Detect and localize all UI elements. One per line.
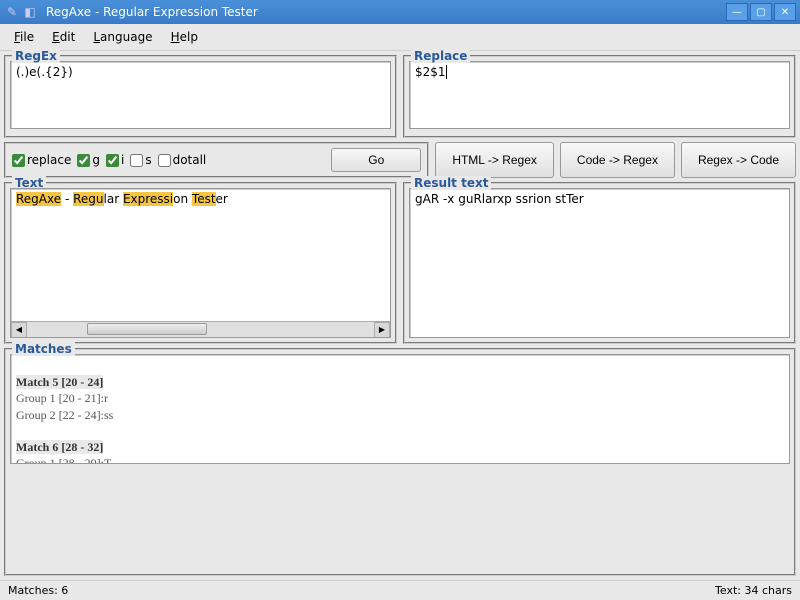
result-output[interactable]: gAR -x guRlarxp ssrion stTer xyxy=(409,188,790,338)
matches-output[interactable]: Match 5 [20 - 24] Group 1 [20 - 21]:r Gr… xyxy=(10,354,790,464)
regex-panel: RegEx xyxy=(4,55,397,138)
minimize-button[interactable]: — xyxy=(726,3,748,21)
close-button[interactable]: ✕ xyxy=(774,3,796,21)
menu-language[interactable]: Language xyxy=(85,28,160,46)
scroll-right-icon[interactable]: ▶ xyxy=(374,322,390,338)
menu-file[interactable]: File xyxy=(6,28,42,46)
horizontal-scrollbar[interactable]: ◀ ▶ xyxy=(11,321,390,337)
result-panel-title: Result text xyxy=(411,176,491,190)
match-group: Group 1 [28 - 29]:T xyxy=(16,455,784,464)
matches-panel-title: Matches xyxy=(12,342,75,356)
replace-checkbox[interactable]: replace xyxy=(12,153,71,167)
text-cursor xyxy=(446,65,447,79)
replace-panel-title: Replace xyxy=(411,49,470,63)
match-header: Match 5 [20 - 24] xyxy=(16,375,103,389)
regex-to-code-button[interactable]: Regex -> Code xyxy=(681,142,796,178)
maximize-button[interactable]: ▢ xyxy=(750,3,772,21)
scroll-left-icon[interactable]: ◀ xyxy=(11,322,27,338)
options-box: replace g i s dotall Go xyxy=(4,142,429,178)
text-input[interactable]: RegAxe - Regular Expression Tester ◀ ▶ xyxy=(10,188,391,338)
go-button[interactable]: Go xyxy=(331,148,421,172)
dotall-checkbox[interactable]: dotall xyxy=(158,153,207,167)
app-icon-1: ✎ xyxy=(4,4,20,20)
menu-edit[interactable]: Edit xyxy=(44,28,83,46)
regex-panel-title: RegEx xyxy=(12,49,60,63)
app-icon-2: ◧ xyxy=(22,4,38,20)
menubar: File Edit Language Help xyxy=(0,24,800,51)
replace-input[interactable]: $2$1 xyxy=(409,61,790,129)
regex-input[interactable] xyxy=(10,61,391,129)
result-panel: Result text gAR -x guRlarxp ssrion stTer xyxy=(403,182,796,344)
html-to-regex-button[interactable]: HTML -> Regex xyxy=(435,142,554,178)
s-checkbox[interactable]: s xyxy=(130,153,151,167)
match-highlight: Test xyxy=(192,192,216,206)
titlebar: ✎ ◧ RegAxe - Regular Expression Tester —… xyxy=(0,0,800,24)
scroll-track[interactable] xyxy=(27,322,374,338)
statusbar: Matches: 6 Text: 34 chars xyxy=(0,580,800,600)
match-group: Group 2 [22 - 24]:ss xyxy=(16,407,784,423)
match-header: Match 6 [28 - 32] xyxy=(16,440,103,454)
text-panel: Text RegAxe - Regular Expression Tester … xyxy=(4,182,397,344)
scroll-thumb[interactable] xyxy=(87,323,207,335)
match-group: Group 1 [20 - 21]:r xyxy=(16,390,784,406)
replace-panel: Replace $2$1 xyxy=(403,55,796,138)
status-matches: Matches: 6 xyxy=(8,584,68,597)
window-title: RegAxe - Regular Expression Tester xyxy=(46,5,726,19)
menu-help[interactable]: Help xyxy=(163,28,206,46)
matches-panel: Matches Match 5 [20 - 24] Group 1 [20 - … xyxy=(4,348,796,576)
g-checkbox[interactable]: g xyxy=(77,153,100,167)
match-highlight: Expressi xyxy=(123,192,173,206)
match-highlight: RegAxe xyxy=(16,192,61,206)
match-highlight: Regu xyxy=(73,192,103,206)
i-checkbox[interactable]: i xyxy=(106,153,124,167)
code-to-regex-button[interactable]: Code -> Regex xyxy=(560,142,675,178)
status-text-length: Text: 34 chars xyxy=(715,584,792,597)
titlebar-app-icons: ✎ ◧ xyxy=(4,4,38,20)
